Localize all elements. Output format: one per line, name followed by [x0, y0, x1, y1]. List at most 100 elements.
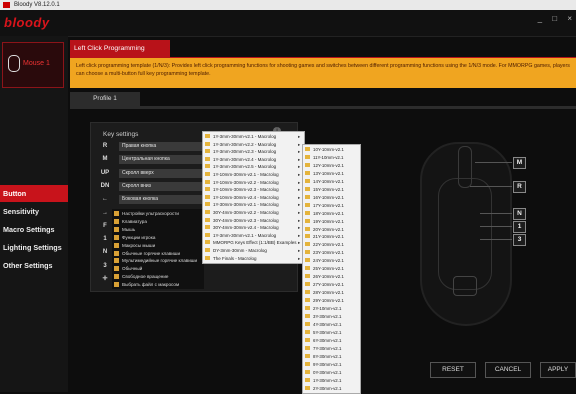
- submenu-item-label: Выбрать файл с макросом: [122, 282, 180, 288]
- mouse-icon: [8, 55, 20, 72]
- submenu-item[interactable]: Выбрать файл с макросом: [114, 281, 179, 289]
- sidebar-item-sensitivity[interactable]: Sensitivity: [0, 203, 68, 220]
- dropdown-item[interactable]: 2Y-30mm-v2.1: [303, 385, 341, 393]
- folder-icon: [305, 226, 310, 231]
- dropdown-item[interactable]: 10Y-10mm-v2.1: [303, 146, 344, 154]
- dropdown-item[interactable]: 5Y-30mm-v2.1: [303, 329, 341, 337]
- submenu-item[interactable]: Свободное вращение: [114, 273, 168, 281]
- dropdown-item[interactable]: 1Y-30mm-v2.1: [303, 377, 341, 385]
- dropdown-item-label: 29Y-10mm-v2.1: [313, 298, 344, 304]
- apply-button[interactable]: APPLY: [540, 362, 576, 378]
- folder-icon: [305, 218, 310, 223]
- close-icon[interactable]: ×: [567, 14, 572, 23]
- sidebar-item-other-settings[interactable]: Other Settings: [0, 257, 68, 274]
- dropdown-item[interactable]: 18Y-10mm-v2.1: [303, 210, 344, 218]
- maximize-icon[interactable]: □: [552, 14, 557, 23]
- dropdown-item-label: 24Y-10mm-v2.1: [313, 258, 344, 264]
- sidebar-item-macro-settings[interactable]: Macro Settings: [0, 221, 68, 238]
- tab-profile-1[interactable]: Profile 1: [70, 92, 140, 106]
- dropdown-item-label: 18Y-10mm-v2.1: [313, 210, 344, 216]
- key-assignment-select[interactable]: Скролл вниз: [119, 181, 205, 191]
- folder-icon: [114, 211, 119, 216]
- sidebar-item-lighting-settings[interactable]: Lighting Settings: [0, 239, 68, 256]
- submenu-item[interactable]: Мультимедийные горячие клавиши: [114, 257, 197, 265]
- folder-icon: [114, 258, 119, 264]
- folder-icon: [114, 234, 119, 240]
- dropdown-item-label: 6Y-30mm-v2.1: [313, 337, 342, 343]
- dropdown-item[interactable]: 2Y-10mm-v2.1: [303, 305, 341, 313]
- dropdown-item[interactable]: 3Y-30mm-v2.1: [303, 313, 341, 321]
- folder-icon: [114, 266, 119, 272]
- dropdown-item[interactable]: 4Y-30mm-v2.1: [303, 321, 341, 329]
- dropdown-item-label: 1Y-3mm-30mm-v2.4 - Macrolog: [213, 156, 277, 162]
- submenu-item-label: Макросы мыши: [122, 242, 156, 248]
- dropdown-item-label: 28Y-10mm-v2.1: [313, 290, 344, 296]
- submenu-item[interactable]: Обычные горячие клавиши: [114, 250, 180, 258]
- sidebar-item-button[interactable]: Button: [0, 185, 68, 202]
- folder-icon: [305, 377, 310, 382]
- callout-1[interactable]: 1: [513, 221, 526, 233]
- dropdown-item[interactable]: The Finals - Macrolog ▸: [203, 255, 300, 263]
- dropdown-item-label: 0Y-30mm-v2.1: [313, 369, 342, 375]
- dropdown-item-label: 2Y-30mm-v2.1: [313, 385, 342, 391]
- dropdown-item[interactable]: 13Y-10mm-v2.1: [303, 170, 344, 178]
- dropdown-item-label: 13Y-10mm-v2.1: [313, 170, 344, 176]
- submenu-item[interactable]: Клавиатура: [114, 218, 147, 226]
- folder-icon: [305, 345, 310, 350]
- dropdown-item[interactable]: 17Y-10mm-v2.1: [303, 202, 344, 210]
- window-controls: _ □ ×: [530, 14, 572, 23]
- submenu-item[interactable]: Обычный: [114, 265, 142, 273]
- callout-m[interactable]: M: [513, 157, 526, 169]
- dropdown-item[interactable]: 19Y-10mm-v2.1: [303, 218, 344, 226]
- key-assignment-select[interactable]: Правая кнопка: [119, 142, 205, 151]
- dropdown-item[interactable]: 26Y-10mm-v2.1: [303, 273, 344, 281]
- dropdown-item[interactable]: 25Y-10mm-v2.1: [303, 265, 344, 273]
- dropdown-item[interactable]: 23Y-10mm-v2.1: [303, 249, 344, 257]
- minimize-icon[interactable]: _: [538, 14, 542, 23]
- dropdown-item-label: 11Y-10mm-v2.1: [313, 154, 344, 160]
- submenu-item[interactable]: Функции игрока: [114, 234, 155, 242]
- dropdown-item[interactable]: 0Y-30mm-v2.1: [303, 369, 341, 377]
- dropdown-item[interactable]: 16Y-10mm-v2.1: [303, 194, 344, 202]
- dropdown-item[interactable]: 9Y-30mm-v2.1: [303, 361, 341, 369]
- dropdown-item[interactable]: 6Y-30mm-v2.1: [303, 337, 341, 345]
- dropdown-item-label: 19Y-10mm-v2.1: [313, 218, 344, 224]
- cancel-button[interactable]: CANCEL: [485, 362, 531, 378]
- submenu-item[interactable]: Мышь: [114, 226, 135, 234]
- dropdown-item[interactable]: 24Y-10mm-v2.1: [303, 257, 344, 265]
- dropdown-item[interactable]: 14Y-10mm-v2.1: [303, 178, 344, 186]
- dropdown-item-label: 16Y-10mm-v2.1: [313, 194, 344, 200]
- dropdown-item-label: 8Y-30mm-v2.1: [313, 353, 342, 359]
- key-label: ←: [102, 196, 108, 203]
- key-assignment-select[interactable]: Боковая кнопка: [119, 195, 205, 205]
- dropdown-item[interactable]: 20Y-10mm-v2.1: [303, 226, 344, 234]
- dropdown-item[interactable]: 15Y-10mm-v2.1: [303, 186, 344, 194]
- dropdown-item[interactable]: 22Y-10mm-v2.1: [303, 241, 344, 249]
- folder-icon: [305, 194, 310, 199]
- dropdown-item[interactable]: 21Y-10mm-v2.1: [303, 233, 344, 241]
- device-card[interactable]: Mouse 1: [2, 42, 64, 88]
- callout-3[interactable]: 3: [513, 234, 526, 246]
- dropdown-item[interactable]: 29Y-10mm-v2.1: [303, 297, 344, 305]
- callout-r[interactable]: R: [513, 181, 526, 193]
- bloody-logo-mark: [453, 276, 477, 296]
- dropdown-item[interactable]: 11Y-10mm-v2.1: [303, 154, 344, 162]
- submenu-item[interactable]: Макросы мыши: [114, 242, 155, 250]
- reset-button[interactable]: RESET: [430, 362, 476, 378]
- folder-icon: [205, 187, 210, 192]
- key-assignment-select[interactable]: Скролл вверх: [119, 168, 205, 178]
- dropdown-item[interactable]: 28Y-10mm-v2.1: [303, 289, 344, 297]
- dropdown-item-label: 7Y-30mm-v2.1: [313, 345, 342, 351]
- submenu-item-label: Функции игрока: [122, 234, 156, 240]
- folder-icon: [205, 172, 210, 176]
- submenu-item-label: Клавиатура: [122, 218, 147, 224]
- dropdown-item-label: 1Y-3mm-30mm-v2.3 - Macrolog: [213, 149, 277, 155]
- dropdown-item[interactable]: 7Y-30mm-v2.1: [303, 345, 341, 353]
- dropdown-item[interactable]: 12Y-10mm-v2.1: [303, 162, 344, 170]
- dropdown-item[interactable]: 8Y-30mm-v2.1: [303, 353, 341, 361]
- callout-n[interactable]: N: [513, 208, 526, 220]
- submenu-item[interactable]: Настройки ультраскорости: [114, 210, 179, 218]
- dropdown-item[interactable]: 27Y-10mm-v2.1: [303, 281, 344, 289]
- dropdown-item-label: 1Y-10mm-30mm-v2.2 - Macrolog: [213, 179, 279, 185]
- key-assignment-select[interactable]: Центральная кнопка: [119, 155, 205, 165]
